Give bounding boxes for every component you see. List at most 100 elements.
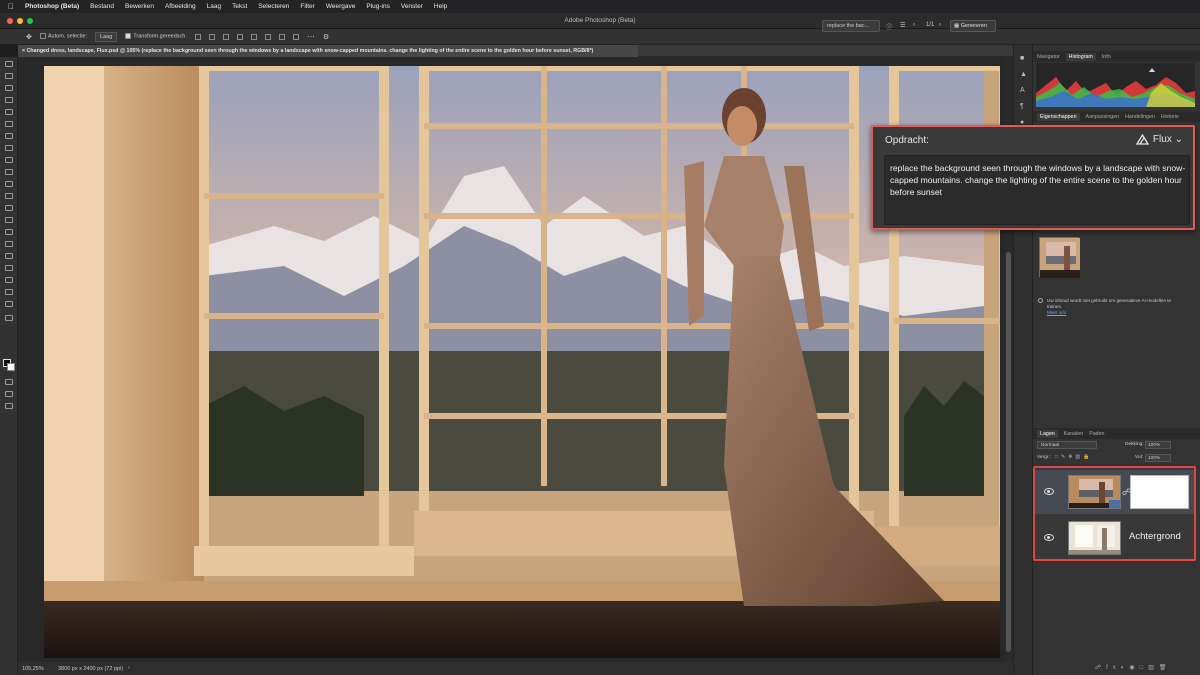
character-icon[interactable]: A bbox=[1020, 87, 1025, 94]
pen-tool-icon[interactable] bbox=[5, 241, 13, 247]
menu-item-selecteren[interactable]: Selecteren bbox=[258, 3, 289, 10]
apple-icon[interactable]:  bbox=[8, 2, 14, 11]
frame-tool-icon[interactable] bbox=[5, 121, 13, 127]
layers-footer-icons[interactable]: ☍fx◐◉□▥🗑 bbox=[1095, 664, 1172, 671]
layer-mask-thumbnail[interactable] bbox=[1130, 475, 1189, 509]
type-tool-icon[interactable] bbox=[5, 253, 13, 259]
auto-select-checkbox[interactable] bbox=[39, 33, 46, 40]
menu-item-bewerken[interactable]: Bewerken bbox=[125, 3, 154, 10]
menu-item-plugins[interactable]: Plug-ins bbox=[366, 3, 389, 10]
prompt-textarea[interactable]: replace the background seen through the … bbox=[884, 155, 1190, 225]
align-bottom-icon[interactable] bbox=[264, 33, 271, 40]
next-variation-icon[interactable]: › bbox=[939, 22, 941, 28]
eyedropper-tool-icon[interactable] bbox=[5, 133, 13, 139]
background-color-swatch[interactable] bbox=[7, 363, 15, 371]
properties-panel-tabs: Eigenschappen Aanpassingen Handelingen H… bbox=[1033, 111, 1200, 122]
menu-app-name[interactable]: Photoshop (Beta) bbox=[25, 3, 79, 10]
menu-item-help[interactable]: Help bbox=[434, 3, 447, 10]
menu-item-bestand[interactable]: Bestand bbox=[90, 3, 114, 10]
transform-checkbox-wrap[interactable]: Transform.gereedsch. bbox=[125, 33, 187, 40]
quick-mask-icon[interactable] bbox=[5, 379, 13, 385]
more-options-icon[interactable]: ⋯ bbox=[307, 32, 315, 41]
model-selector[interactable]: Flux ⌄ bbox=[1153, 134, 1183, 145]
lock-icons[interactable]: □✎✥▧🔒 bbox=[1055, 454, 1092, 460]
layer-thumbnail[interactable] bbox=[1068, 521, 1121, 555]
distribute-vertical-icon[interactable] bbox=[292, 33, 299, 40]
layer-name[interactable]: Achtergrond bbox=[1129, 531, 1181, 542]
menu-item-filter[interactable]: Filter bbox=[300, 3, 314, 10]
variation-thumbnail[interactable] bbox=[1039, 237, 1080, 278]
align-top-icon[interactable] bbox=[236, 33, 243, 40]
gradient-tool-icon[interactable] bbox=[5, 205, 13, 211]
filter-icon[interactable]: ☰ bbox=[900, 22, 905, 29]
lasso-tool-icon[interactable] bbox=[5, 85, 13, 91]
artboard-icon[interactable] bbox=[5, 403, 13, 409]
move-tool-options-icon[interactable]: ✥ bbox=[26, 33, 32, 41]
tab-histogram[interactable]: Histogram bbox=[1065, 52, 1096, 61]
eraser-tool-icon[interactable] bbox=[5, 193, 13, 199]
align-center-icon[interactable] bbox=[208, 33, 215, 40]
tab-historie[interactable]: Historie bbox=[1161, 114, 1179, 120]
generative-prompt-field[interactable]: replace the bac... bbox=[822, 20, 880, 32]
comments-icon[interactable]: ■ bbox=[1020, 55, 1024, 62]
tab-navigator[interactable]: Navigator bbox=[1037, 54, 1060, 60]
layer-generative[interactable]: ☍ bbox=[1035, 470, 1194, 514]
menu-item-laag[interactable]: Laag bbox=[207, 3, 221, 10]
tab-aanpassingen[interactable]: Aanpassingen bbox=[1086, 114, 1120, 120]
hand-tool-icon[interactable] bbox=[5, 289, 13, 295]
rectangle-tool-icon[interactable] bbox=[5, 277, 13, 283]
visibility-eye-icon[interactable] bbox=[1044, 488, 1054, 495]
dodge-tool-icon[interactable] bbox=[5, 229, 13, 235]
previous-variation-icon[interactable]: ‹ bbox=[913, 22, 915, 28]
3d-mode-icon[interactable]: ⚙ bbox=[323, 33, 329, 41]
history-brush-tool-icon[interactable] bbox=[5, 181, 13, 187]
document-tab[interactable]: × Changed dress, landscape, Flux.psd @ 1… bbox=[18, 45, 638, 57]
info-icon[interactable]: ⓘ bbox=[886, 22, 892, 31]
zoom-level[interactable]: 105,25% bbox=[22, 666, 44, 672]
color-icon[interactable]: ▲ bbox=[1020, 71, 1027, 78]
align-right-icon[interactable] bbox=[222, 33, 229, 40]
edit-toolbar-icon[interactable] bbox=[5, 315, 13, 321]
distribute-icon[interactable] bbox=[278, 33, 285, 40]
blend-mode-dropdown[interactable]: Normaal bbox=[1037, 441, 1097, 449]
move-tool-icon[interactable] bbox=[5, 61, 13, 67]
vertical-scroll-thumb[interactable] bbox=[1006, 252, 1011, 652]
document-canvas[interactable] bbox=[44, 66, 1000, 658]
tab-lagen[interactable]: Lagen bbox=[1037, 429, 1058, 438]
screen-mode-icon[interactable] bbox=[5, 391, 13, 397]
clone-stamp-tool-icon[interactable] bbox=[5, 169, 13, 175]
brush-tool-icon[interactable] bbox=[5, 157, 13, 163]
marquee-tool-icon[interactable] bbox=[5, 73, 13, 79]
blur-tool-icon[interactable] bbox=[5, 217, 13, 223]
layer-achtergrond[interactable]: Achtergrond bbox=[1035, 516, 1194, 560]
close-tab-icon[interactable]: × bbox=[22, 48, 25, 54]
transform-checkbox[interactable] bbox=[125, 33, 132, 40]
menu-item-venster[interactable]: Venster bbox=[401, 3, 423, 10]
object-selection-tool-icon[interactable] bbox=[5, 97, 13, 103]
tab-handelingen[interactable]: Handelingen bbox=[1125, 114, 1155, 120]
tab-eigenschappen[interactable]: Eigenschappen bbox=[1037, 112, 1080, 121]
align-middle-icon[interactable] bbox=[250, 33, 257, 40]
tab-info[interactable]: Info bbox=[1102, 54, 1111, 60]
layer-select-dropdown[interactable]: Laag bbox=[95, 31, 118, 42]
paragraph-icon[interactable]: ¶ bbox=[1020, 103, 1024, 110]
align-left-icon[interactable] bbox=[194, 33, 201, 40]
auto-select-label: Autom. selectie: bbox=[47, 33, 88, 40]
layer-thumbnail[interactable] bbox=[1068, 475, 1121, 509]
menu-item-tekst[interactable]: Tekst bbox=[232, 3, 247, 10]
tab-kanalen[interactable]: Kanalen bbox=[1064, 431, 1083, 437]
tab-paden[interactable]: Paden bbox=[1089, 431, 1104, 437]
status-menu-arrow-icon[interactable]: › bbox=[128, 665, 130, 671]
menu-item-weergave[interactable]: Weergave bbox=[326, 3, 356, 10]
zoom-tool-icon[interactable] bbox=[5, 301, 13, 307]
crop-tool-icon[interactable] bbox=[5, 109, 13, 115]
more-info-link[interactable]: Meer info bbox=[1047, 310, 1066, 315]
healing-brush-tool-icon[interactable] bbox=[5, 145, 13, 151]
fill-field[interactable]: 100% bbox=[1145, 454, 1171, 462]
opacity-field[interactable]: 100% bbox=[1145, 441, 1171, 449]
visibility-eye-icon[interactable] bbox=[1044, 534, 1054, 541]
auto-select-checkbox-wrap[interactable]: Autom. selectie: bbox=[39, 33, 88, 40]
menu-item-afbeelding[interactable]: Afbeelding bbox=[165, 3, 196, 10]
generate-button[interactable]: ▦ Genereren bbox=[950, 20, 996, 32]
path-selection-tool-icon[interactable] bbox=[5, 265, 13, 271]
